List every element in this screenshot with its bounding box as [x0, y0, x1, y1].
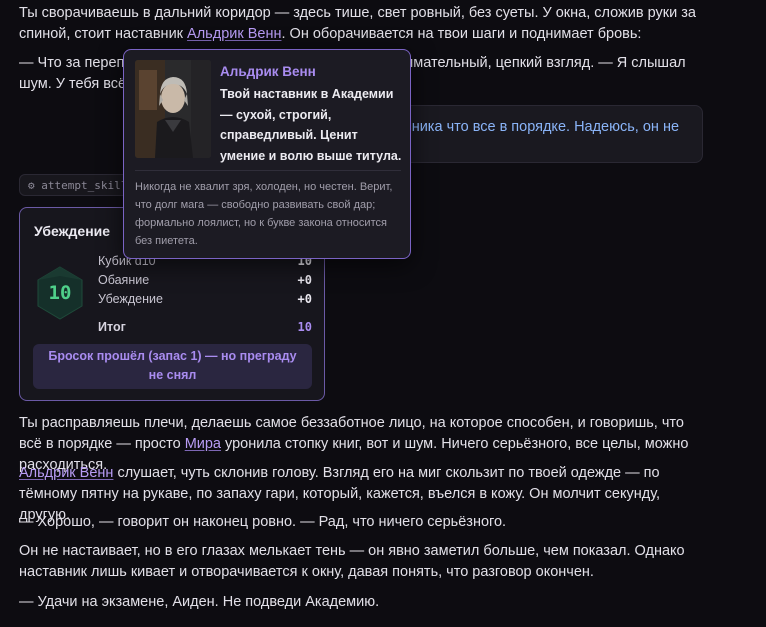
character-link-aldric[interactable]: Альдрик Венн [19, 465, 113, 481]
story-paragraph-7: — Удачи на экзамене, Аиден. Не подведи А… [19, 594, 380, 610]
dice-value: 10 [48, 281, 72, 304]
modifier-label: Убеждение [98, 292, 163, 306]
d10-dice-icon: 10 [36, 266, 84, 320]
total-value: 10 [297, 320, 312, 334]
total-label: Итог [98, 320, 126, 334]
tool-call-chip[interactable]: ⚙ attempt_skill [19, 174, 129, 196]
story-text: . Он оборачивается на твои шаги и подним… [281, 26, 642, 42]
total-row: Итог 10 [98, 318, 312, 337]
modifier-value: +0 [297, 273, 312, 287]
character-portrait [135, 60, 211, 158]
modifier-label: Обаяние [98, 273, 150, 287]
modifier-row: Убеждение +0 [98, 290, 312, 309]
modifier-list: Кубик d10 10 Обаяние +0 Убеждение +0 Итог 10 [98, 252, 312, 337]
tooltip-description: Никогда не хвалит зря, холоден, но честе… [135, 181, 393, 247]
skill-title: Убеждение [34, 223, 111, 239]
character-link-mira[interactable]: Мира [185, 436, 221, 452]
tooltip-character-name: Альдрик Венн [220, 64, 316, 79]
tooltip-summary: Твой наставник в Академии — сухой, строг… [220, 87, 402, 163]
tooltip-divider [135, 170, 401, 171]
character-tooltip: Альдрик Венн Твой наставник в Академии —… [123, 49, 411, 259]
check-verdict: Бросок прошёл (запас 1) — но преграду не… [33, 344, 312, 389]
story-paragraph-1: Ты сворачиваешь в дальний коридор — здес… [19, 3, 709, 45]
story-paragraph-5: — Хорошо, — говорит он наконец ровно. — … [19, 514, 507, 530]
modifier-value: +0 [297, 292, 312, 306]
story-paragraph-6: Он не настаивает, но в его глазах мелька… [19, 543, 685, 580]
quote-text: вника что все в порядке. Надеюсь, он не [404, 119, 680, 135]
modifier-row: Обаяние +0 [98, 271, 312, 290]
character-link-aldric[interactable]: Альдрик Венн [187, 26, 281, 42]
